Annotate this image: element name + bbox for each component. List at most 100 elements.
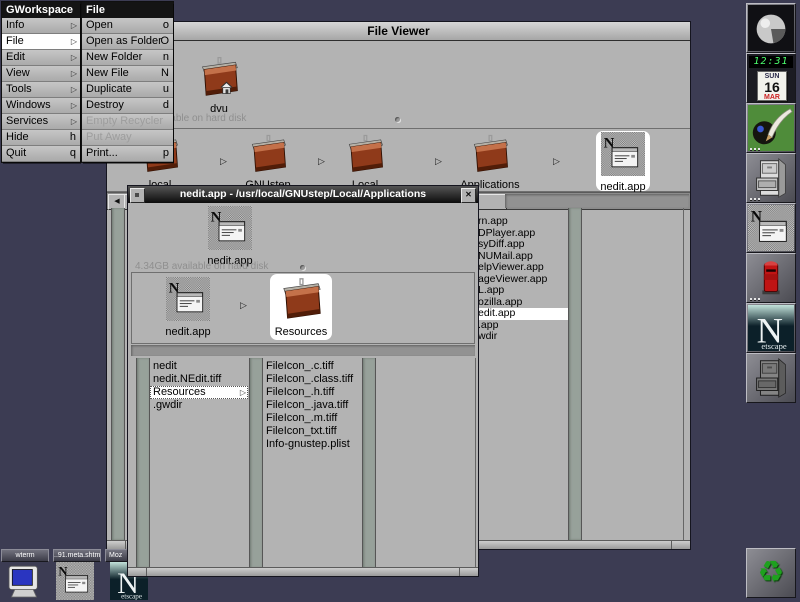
miniwindow-wterm[interactable]: wterm <box>1 549 49 600</box>
browser-item-selected[interactable]: Resources ▷ <box>150 386 248 399</box>
shelf-item-nedit-app[interactable]: nedit.app <box>202 206 258 267</box>
menu-item-view[interactable]: View▷ <box>2 66 80 82</box>
list-item[interactable]: rn.app <box>478 216 568 228</box>
close-icon: ✕ <box>465 190 472 199</box>
menu-item-new-file[interactable]: New FileN <box>82 66 173 82</box>
shelf: nedit.app 4.34GB available on hard disk <box>128 203 478 272</box>
dark-cabinet-icon <box>748 355 794 401</box>
menu-item-put-away: Put Away <box>82 130 173 146</box>
menu-title[interactable]: File <box>82 2 173 18</box>
window-title: nedit.app - /usr/local/GNUstep/Local/App… <box>180 188 426 200</box>
browser-item[interactable]: FileIcon_.class.tiff <box>263 373 361 386</box>
list-item[interactable]: elpViewer.app <box>478 262 568 274</box>
postbox-icon <box>748 255 794 301</box>
browser-area: nedit nedit.NEdit.tiff Resources ▷ .gwdi… <box>128 358 478 568</box>
path-item-local2[interactable]: Local <box>339 132 391 191</box>
close-button[interactable]: ✕ <box>461 188 476 203</box>
browser-item[interactable]: nedit.NEdit.tiff <box>150 373 248 386</box>
dock-tile-recycler[interactable]: ♻ <box>746 548 796 598</box>
calendar-day: 16 <box>758 81 786 94</box>
folder-icon <box>469 132 511 174</box>
column-scroller[interactable] <box>111 208 125 540</box>
browser-column-3 <box>376 358 475 568</box>
browser-item[interactable]: FileIcon_txt.tiff <box>263 425 361 438</box>
dock-tile-paint-app[interactable] <box>746 103 796 153</box>
nedit-app-icon <box>166 277 210 321</box>
menu-item-open[interactable]: Openo <box>82 18 173 34</box>
menu-item-info[interactable]: Info▷ <box>2 18 80 34</box>
submenu-arrow-icon: ▷ <box>71 85 77 94</box>
miniwindow-title: ..91.meta.shtml <box>53 549 101 562</box>
menu-item-file[interactable]: File▷ <box>2 34 80 50</box>
browser-item[interactable]: .gwdir <box>150 399 248 412</box>
dock-tile-clock[interactable]: 12:31 SUN 16 MAR <box>746 53 796 103</box>
submenu-arrow-icon: ▷ <box>71 21 77 30</box>
menu-item-services[interactable]: Services▷ <box>2 114 80 130</box>
browser-item[interactable]: FileIcon_.h.tiff <box>263 386 361 399</box>
menu-item-tools[interactable]: Tools▷ <box>2 82 80 98</box>
calendar: SUN 16 MAR <box>757 71 787 101</box>
path-arrow-icon: ▷ <box>220 157 227 166</box>
menu-item-duplicate[interactable]: Duplicateu <box>82 82 173 98</box>
dock-tile-file-cabinet[interactable] <box>746 153 796 203</box>
list-item-selected[interactable]: edit.app <box>478 308 568 320</box>
menu-item-hide[interactable]: Hideh <box>2 130 80 146</box>
dock-tile-drawer-cabinet[interactable] <box>746 353 796 403</box>
browser-item[interactable]: FileIcon_.c.tiff <box>263 360 361 373</box>
file-cabinet-icon <box>748 155 794 201</box>
menu-item-windows[interactable]: Windows▷ <box>2 98 80 114</box>
menu-title[interactable]: GWorkspace <box>2 2 80 18</box>
menu-item-print[interactable]: Print...p <box>82 146 173 162</box>
path-row: nedit.app ▷ Resources <box>131 272 475 344</box>
path-item-applications[interactable]: Applications <box>455 132 525 191</box>
column-scroller[interactable] <box>249 358 263 568</box>
window-title: File Viewer <box>367 24 429 38</box>
miniaturize-button[interactable] <box>130 188 145 203</box>
path-scroll-track[interactable] <box>131 345 475 356</box>
menu-item-quit[interactable]: Quitq <box>2 146 80 162</box>
column-scroller[interactable] <box>568 208 582 540</box>
shelf-dimple[interactable] <box>300 265 305 270</box>
column-scroller[interactable] <box>362 358 376 568</box>
menu-item-open-as-folder[interactable]: Open as FolderO <box>82 34 173 50</box>
titlebar[interactable]: nedit.app - /usr/local/GNUstep/Local/App… <box>128 186 478 203</box>
browser-item[interactable]: FileIcon_.m.tiff <box>263 412 361 425</box>
miniwindow-title: wterm <box>1 549 49 562</box>
browser-item[interactable]: nedit <box>150 360 248 373</box>
path-item-nedit-app[interactable]: nedit.app <box>596 131 650 191</box>
column-scroller[interactable] <box>136 358 150 568</box>
browser-item[interactable]: Info-gnustep.plist <box>263 438 361 451</box>
hscroll-track[interactable] <box>505 194 689 208</box>
resize-bar[interactable] <box>128 567 478 576</box>
dock-tile-gnustep-logo[interactable] <box>746 3 796 53</box>
shelf-dimple[interactable] <box>395 117 400 122</box>
menu-item-destroy[interactable]: Destroyd <box>82 98 173 114</box>
dock-tile-nedit[interactable] <box>746 203 796 253</box>
titlebar[interactable]: File Viewer <box>107 22 690 41</box>
list-item[interactable]: L.app <box>478 285 568 297</box>
menu-item-empty-recycler: Empty Recycler <box>82 114 173 130</box>
path-row: local ▷ GNUstep ▷ Local ▷ Applications ▷… <box>107 128 690 192</box>
home-folder-item[interactable]: dvu <box>193 54 245 115</box>
dock-tile-mailbox[interactable] <box>746 253 796 303</box>
path-item-gnustep[interactable]: GNUstep <box>242 132 294 191</box>
lcd-time: 12:31 <box>749 56 793 68</box>
dock-tile-netscape[interactable] <box>746 303 796 353</box>
apps-column: rn.app DPlayer.app syDiff.app NUMail.app… <box>478 216 568 343</box>
disk-status: 4.34GB available on hard disk <box>135 261 268 272</box>
path-item-nedit-app[interactable]: nedit.app <box>160 277 216 338</box>
recycle-icon: ♻ <box>747 549 795 597</box>
menu-item-new-folder[interactable]: New Foldern <box>82 50 173 66</box>
terminal-icon <box>3 562 45 602</box>
browser-column-2: FileIcon_.c.tiff FileIcon_.class.tiff Fi… <box>263 360 361 451</box>
netscape-icon <box>748 305 794 351</box>
list-item[interactable]: syDiff.app <box>478 239 568 251</box>
list-item[interactable]: wdir <box>478 331 568 343</box>
calendar-month: MAR <box>758 94 786 101</box>
branch-arrow-icon: ▷ <box>240 388 246 397</box>
browser-item[interactable]: FileIcon_.java.tiff <box>263 399 361 412</box>
paint-app-icon <box>748 105 794 151</box>
menu-item-edit[interactable]: Edit▷ <box>2 50 80 66</box>
miniwindow-nedit-doc[interactable]: ..91.meta.shtml <box>53 549 101 600</box>
path-item-resources[interactable]: Resources <box>270 274 332 340</box>
